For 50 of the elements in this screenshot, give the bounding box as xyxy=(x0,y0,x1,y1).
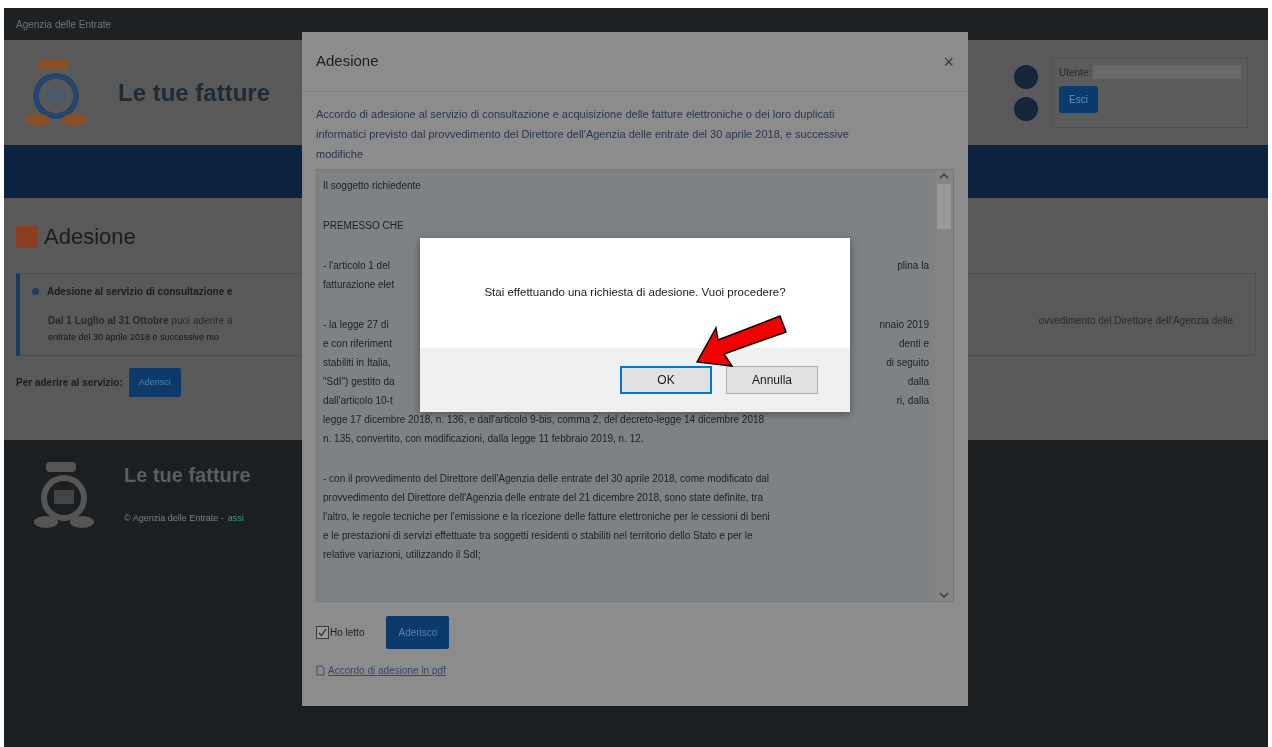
agreement-text: relative variazioni, utilizzando il SdI; xyxy=(323,548,481,562)
agreement-text: nnaio 2019 xyxy=(879,318,929,332)
checkbox[interactable] xyxy=(316,626,329,639)
pdf-link[interactable]: Accordo di adesione in pdf xyxy=(328,663,446,678)
agreement-text: fatturazione elet xyxy=(323,278,395,292)
agency-name: Agenzia delle Entrate xyxy=(16,17,112,32)
agreement-text: di seguito xyxy=(886,356,929,370)
submit-button[interactable]: Aderisco xyxy=(386,616,450,649)
agreement-text: e le prestazioni di servizi effettuate tra soggetti residenti o stabiliti nel territorio dello Stato e per le xyxy=(323,529,753,543)
footer-link[interactable]: assi xyxy=(227,512,244,526)
agreement-text: legge 17 dicembre 2018, n. 136, e dall'articolo 9-bis, comma 2, del decreto-legge 14 dicembre 2018 xyxy=(323,413,765,427)
file-icon xyxy=(316,665,325,676)
dialog-button[interactable]: OK xyxy=(620,366,712,394)
agreement-text: - con il provvedimento del Direttore dell'Agenzia delle entrate del 30 aprile 2018, come modificato dal xyxy=(323,472,770,486)
agreement-text: ri, dalla xyxy=(896,394,929,408)
dialog-button[interactable]: Annulla xyxy=(726,366,818,394)
check-icon xyxy=(318,628,327,637)
agreement-text: provvedimento del Direttore dell'Agenzia delle entrate del 21 dicembre 2018, sono state definite, tra xyxy=(323,491,763,505)
agreement-text: dall'articolo 10-t xyxy=(323,394,393,408)
confirm-message: Stai effettuando una richiesta di adesione. Vuoi procedere? xyxy=(484,285,786,301)
scrollbar[interactable] xyxy=(935,170,953,601)
agreement-text: - l'articolo 1 del xyxy=(323,259,390,273)
logout-button[interactable]: Esci xyxy=(1059,85,1098,113)
join-label: Per aderire al servizio: xyxy=(16,375,123,390)
page-title: Adesione xyxy=(44,223,136,251)
agreement-text: plina la xyxy=(897,259,929,273)
agreement-text: e con riferiment xyxy=(323,337,392,351)
copyright-text: © Agenzia delle Entrate - xyxy=(124,512,224,525)
agreement-text: PREMESSO CHE xyxy=(323,219,404,233)
chevron-up-icon[interactable] xyxy=(939,172,949,180)
agreement-text: Il soggetto richiedente xyxy=(323,179,421,193)
page-icon xyxy=(16,225,38,248)
chevron-down-icon[interactable] xyxy=(939,591,949,599)
logo-icon xyxy=(24,57,88,128)
footer-title: Le tue fatture xyxy=(124,463,251,488)
agreement-text: l'altro, le regole tecniche per l'emissione e la ricezione delle fatture elettroniche per le cessioni di beni xyxy=(323,510,770,524)
logo-icon xyxy=(32,460,96,530)
agreement-text: - la legge 27 di xyxy=(323,318,389,332)
agreement-text: dalla xyxy=(907,375,929,389)
site-title: Le tue fatture xyxy=(118,77,270,108)
agreement-intro: Accordo di adesione al servizio di consultazione e acquisizione delle fatture elettroniche o dei loro duplicati informatici previsto dal provvedimento del Direttore dell'Agenzia delle entrate del 30 aprile 2018, e successive modifiche xyxy=(316,107,850,162)
checkbox-label: Ho letto xyxy=(330,626,365,640)
join-button[interactable]: Aderisci xyxy=(128,367,181,397)
modal-title: Adesione xyxy=(316,51,379,72)
info-heading: Adesione al servizio di consultazione e xyxy=(47,285,233,299)
close-button[interactable]: × xyxy=(943,52,954,71)
agreement-text: "SdI") gestito da xyxy=(323,375,395,389)
agreement-text: stabiliti in Italia, xyxy=(323,356,391,370)
agreement-text: denti e xyxy=(898,337,929,351)
agreement-text: n. 135, convertito, con modificazioni, dalla legge 11 febbraio 2019, n. 12. xyxy=(323,432,644,446)
